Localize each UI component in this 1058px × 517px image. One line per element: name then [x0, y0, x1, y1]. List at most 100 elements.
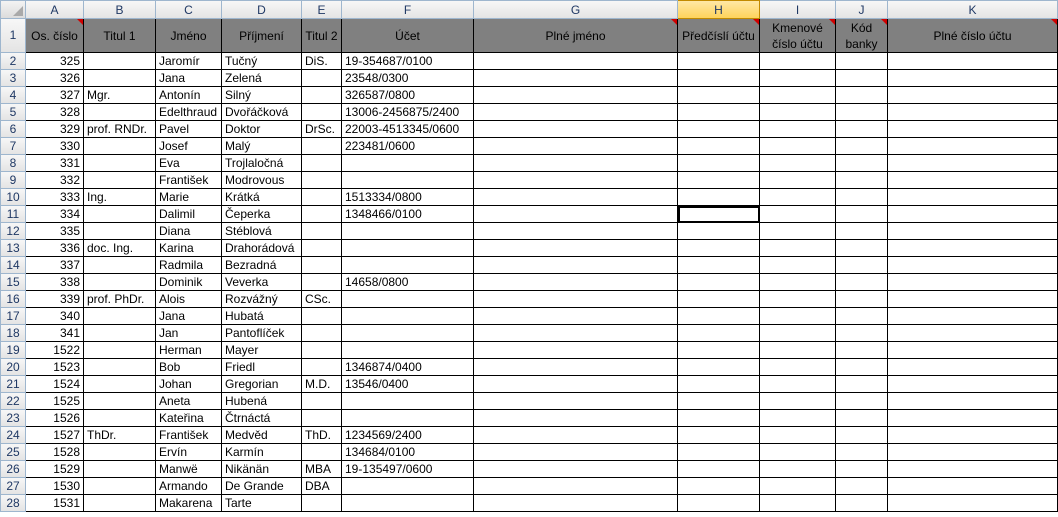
cell[interactable]: 223481/0600 [342, 138, 474, 155]
cell[interactable] [760, 121, 836, 138]
cell[interactable] [474, 189, 678, 206]
cell[interactable] [474, 444, 678, 461]
row-header-7[interactable]: 7 [0, 138, 26, 155]
row-header-27[interactable]: 27 [0, 478, 26, 495]
cell[interactable] [302, 495, 342, 512]
header-cell[interactable]: Účet [342, 19, 474, 53]
cell[interactable] [678, 359, 760, 376]
cell[interactable] [474, 206, 678, 223]
cell[interactable] [888, 308, 1058, 325]
cell[interactable]: Kateřina [156, 410, 222, 427]
cell[interactable]: 327 [26, 87, 84, 104]
cell[interactable] [84, 410, 156, 427]
cell[interactable] [888, 291, 1058, 308]
cell[interactable] [760, 410, 836, 427]
cell[interactable] [84, 393, 156, 410]
cell[interactable] [888, 189, 1058, 206]
select-all-corner[interactable] [0, 0, 26, 19]
cell[interactable]: Stéblová [222, 223, 302, 240]
cell[interactable]: 19-135497/0600 [342, 461, 474, 478]
cell[interactable] [474, 308, 678, 325]
cell[interactable] [760, 138, 836, 155]
cell[interactable] [678, 393, 760, 410]
cell[interactable] [474, 359, 678, 376]
cell[interactable] [84, 104, 156, 121]
cell[interactable] [888, 325, 1058, 342]
cell[interactable] [302, 87, 342, 104]
row-header-8[interactable]: 8 [0, 155, 26, 172]
cell[interactable]: CSc. [302, 291, 342, 308]
cell[interactable]: Trojlaločná [222, 155, 302, 172]
cell[interactable] [888, 138, 1058, 155]
cell[interactable]: Dvořáčková [222, 104, 302, 121]
cell[interactable] [836, 325, 888, 342]
cell[interactable]: 326 [26, 70, 84, 87]
header-cell[interactable]: Plné číslo účtu [888, 19, 1058, 53]
cell[interactable] [342, 410, 474, 427]
cell[interactable] [678, 189, 760, 206]
cell[interactable] [678, 342, 760, 359]
cell[interactable] [84, 461, 156, 478]
cell[interactable] [678, 104, 760, 121]
cell[interactable] [474, 495, 678, 512]
cell[interactable] [678, 410, 760, 427]
cell[interactable] [760, 206, 836, 223]
header-cell[interactable]: Předčíslí účtu [678, 19, 760, 53]
cell[interactable] [84, 325, 156, 342]
cell[interactable] [760, 291, 836, 308]
cell[interactable] [474, 223, 678, 240]
cell[interactable] [678, 70, 760, 87]
cell[interactable]: 1525 [26, 393, 84, 410]
header-cell[interactable]: Titul 2 [302, 19, 342, 53]
cell[interactable] [84, 138, 156, 155]
cell[interactable] [760, 342, 836, 359]
cell[interactable] [474, 87, 678, 104]
cell[interactable]: 1526 [26, 410, 84, 427]
column-header-J[interactable]: J [836, 0, 888, 19]
cell[interactable]: 337 [26, 257, 84, 274]
cell[interactable]: MBA [302, 461, 342, 478]
cell[interactable] [678, 478, 760, 495]
cell[interactable]: Karina [156, 240, 222, 257]
cell[interactable] [302, 308, 342, 325]
cell[interactable] [836, 223, 888, 240]
cell[interactable] [888, 223, 1058, 240]
cell[interactable] [302, 155, 342, 172]
cell[interactable] [678, 172, 760, 189]
cell[interactable] [302, 138, 342, 155]
cell[interactable] [84, 223, 156, 240]
cell[interactable] [302, 104, 342, 121]
cell[interactable] [474, 393, 678, 410]
cell[interactable]: 338 [26, 274, 84, 291]
cell[interactable]: 336 [26, 240, 84, 257]
cell[interactable]: 134684/0100 [342, 444, 474, 461]
cell[interactable] [888, 206, 1058, 223]
header-cell[interactable]: Jméno [156, 19, 222, 53]
cell[interactable] [836, 121, 888, 138]
cell[interactable]: 14658/0800 [342, 274, 474, 291]
column-header-B[interactable]: B [84, 0, 156, 19]
cell[interactable]: 1234569/2400 [342, 427, 474, 444]
cell[interactable]: Mayer [222, 342, 302, 359]
cell[interactable] [678, 427, 760, 444]
header-cell[interactable]: Os. číslo [26, 19, 84, 53]
cell[interactable]: Krátká [222, 189, 302, 206]
cell[interactable] [836, 444, 888, 461]
cell[interactable] [302, 189, 342, 206]
cell[interactable] [342, 291, 474, 308]
cell[interactable]: 335 [26, 223, 84, 240]
cell[interactable]: 329 [26, 121, 84, 138]
cell[interactable] [760, 478, 836, 495]
column-header-E[interactable]: E [302, 0, 342, 19]
cell[interactable] [474, 427, 678, 444]
cell[interactable] [760, 274, 836, 291]
cell[interactable]: František [156, 427, 222, 444]
cell[interactable]: 330 [26, 138, 84, 155]
row-header-9[interactable]: 9 [0, 172, 26, 189]
cell[interactable] [888, 121, 1058, 138]
cell[interactable]: 1346874/0400 [342, 359, 474, 376]
column-header-D[interactable]: D [222, 0, 302, 19]
cell[interactable] [474, 138, 678, 155]
cell[interactable] [836, 495, 888, 512]
cell[interactable] [888, 478, 1058, 495]
